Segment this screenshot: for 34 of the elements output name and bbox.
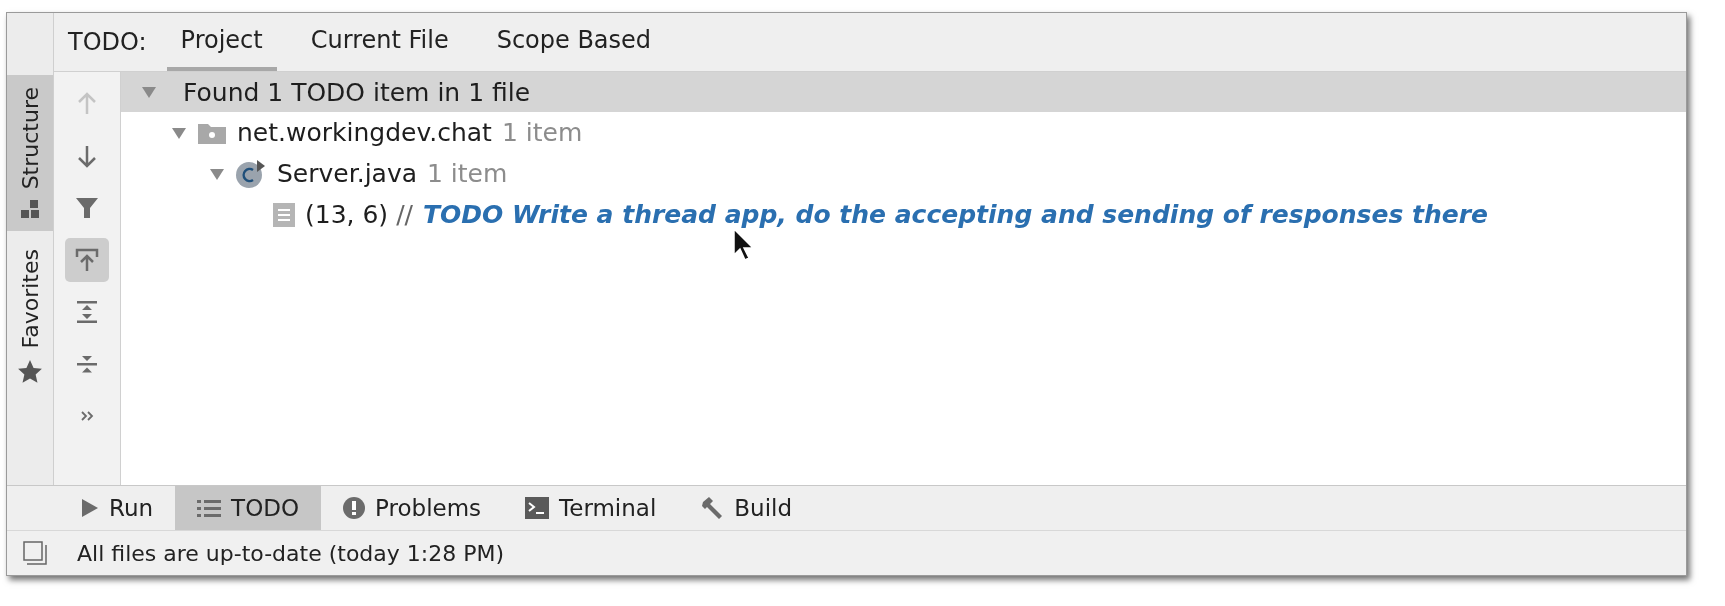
side-tab[interactable]: Structure: [7, 75, 53, 232]
list-icon: [197, 498, 222, 518]
expand-all-icon: [74, 299, 100, 325]
warning-icon: [343, 497, 366, 519]
star-icon: [17, 358, 43, 385]
todo-position: (13, 6): [305, 200, 389, 229]
toolbar-button[interactable]: [65, 238, 109, 282]
item-count: 1 item: [501, 118, 583, 147]
tab[interactable]: Current File: [296, 13, 463, 71]
expanded-arrow-icon[interactable]: [141, 84, 157, 100]
autoscroll-icon: [74, 247, 100, 273]
structure-icon: [20, 199, 40, 220]
file-name[interactable]: Server.java: [277, 159, 417, 188]
tool-window-tab[interactable]: Problems: [321, 486, 504, 530]
todo-text[interactable]: TODO Write a thread app, do the accepting and sending of responses there: [423, 200, 1488, 229]
panel-toggle-icon[interactable]: [23, 541, 47, 565]
class-icon: [235, 157, 267, 190]
filter-icon: [74, 195, 100, 221]
tool-window-tab[interactable]: Run: [59, 486, 176, 530]
summary-text: Found 1 TODO item in 1 file: [183, 77, 531, 107]
status-text: All files are up-to-date (today 1:28 PM): [77, 540, 505, 566]
tab[interactable]: Scope Based: [482, 13, 666, 71]
terminal-icon: [525, 497, 550, 519]
side-tab[interactable]: Favorites: [7, 237, 53, 397]
hammer-icon: [700, 496, 725, 520]
item-count: 1 item: [427, 159, 508, 188]
tool-window-tab[interactable]: Terminal: [503, 486, 679, 530]
todo-item-icon: [273, 202, 295, 227]
tool-window-tab[interactable]: Build: [678, 486, 815, 530]
tool-window-title: TODO:: [68, 28, 147, 56]
play-icon: [81, 498, 99, 518]
comment-prefix: //: [396, 200, 413, 229]
package-name[interactable]: net.workingdev.chat: [237, 118, 492, 147]
tool-window-tab[interactable]: TODO: [175, 486, 322, 530]
